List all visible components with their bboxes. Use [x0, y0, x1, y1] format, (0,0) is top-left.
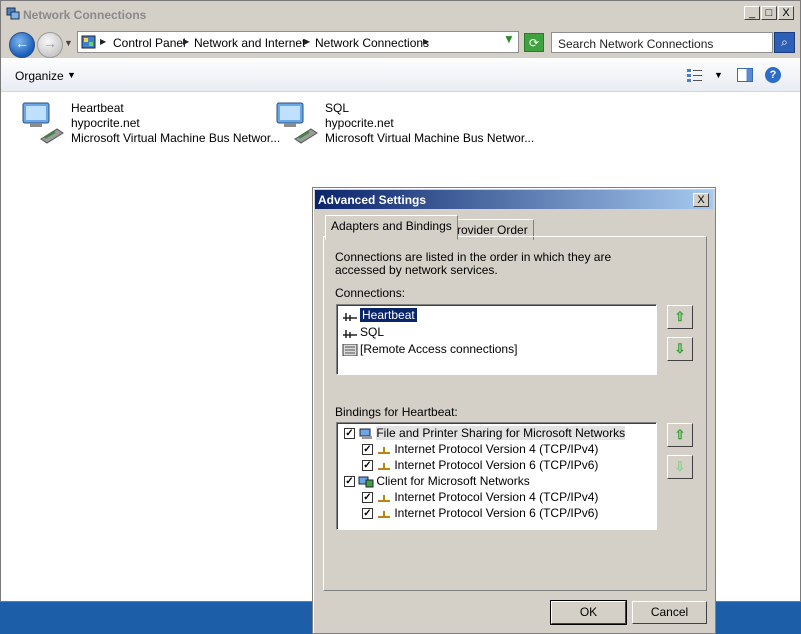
connections-list[interactable]: Heartbeat SQL [Remote Access connections…: [336, 304, 657, 375]
binding-checkbox[interactable]: ✓: [344, 428, 355, 440]
binding-item[interactable]: ✓ File and Printer Sharing for Microsoft…: [344, 426, 626, 440]
binding-label: Internet Protocol Version 6 (TCP/IPv6): [394, 458, 599, 472]
connection-name: Heartbeat: [71, 101, 124, 115]
tab-adapters-and-bindings[interactable]: Adapters and Bindings: [325, 215, 458, 240]
command-bar: Organize ▼ ▼ ?: [1, 59, 800, 92]
network-cable-icon: [343, 312, 357, 321]
list-item[interactable]: [Remote Access connections]: [342, 342, 517, 356]
list-item[interactable]: SQL: [342, 325, 384, 339]
binding-checkbox[interactable]: ✓: [362, 508, 373, 520]
binding-label: Client for Microsoft Networks: [376, 474, 530, 488]
breadcrumb-network-connections[interactable]: Network Connections: [315, 36, 429, 50]
list-item[interactable]: Heartbeat: [342, 308, 417, 322]
binding-label: Internet Protocol Version 4 (TCP/IPv4): [394, 442, 599, 456]
forward-arrow-icon: →: [43, 35, 57, 51]
binding-label: Internet Protocol Version 6 (TCP/IPv6): [394, 506, 599, 520]
cancel-button[interactable]: Cancel: [632, 601, 707, 624]
address-dropdown-icon[interactable]: ▼: [503, 32, 515, 46]
bindings-label: Bindings for Heartbeat:: [335, 405, 458, 419]
search-input[interactable]: Search Network Connections: [551, 32, 773, 53]
file-printer-sharing-icon: [359, 428, 373, 439]
help-icon[interactable]: ?: [765, 67, 781, 83]
control-panel-icon: [81, 35, 96, 49]
binding-item[interactable]: ✓ Client for Microsoft Networks: [344, 474, 530, 488]
remote-access-icon: [342, 343, 358, 356]
bindings-list[interactable]: ✓ File and Printer Sharing for Microsoft…: [336, 422, 657, 530]
breadcrumb-network-and-internet[interactable]: Network and Internet: [194, 36, 305, 50]
binding-checkbox[interactable]: ✓: [344, 476, 355, 488]
back-button[interactable]: ←: [9, 32, 35, 58]
breadcrumb-control-panel[interactable]: Control Panel: [113, 36, 186, 50]
network-cable-icon: [343, 329, 357, 338]
breadcrumb[interactable]: ▶ Control Panel ▶ Network and Internet ▶…: [77, 31, 519, 53]
network-adapter-icon: [276, 102, 318, 144]
minimize-button[interactable]: _: [744, 6, 760, 20]
binding-item[interactable]: ✓ Internet Protocol Version 4 (TCP/IPv4): [362, 490, 598, 504]
protocol-icon: [378, 494, 391, 502]
breadcrumb-separator-icon[interactable]: ▶: [304, 37, 310, 46]
search-button[interactable]: ⌕: [774, 32, 795, 53]
breadcrumb-separator-icon[interactable]: ▶: [423, 37, 429, 46]
description-text: Connections are listed in the order in w…: [335, 250, 612, 277]
dialog-title: Advanced Settings: [318, 193, 427, 207]
protocol-icon: [378, 510, 391, 518]
connection-domain: hypocrite.net: [325, 116, 394, 130]
move-connection-up-button[interactable]: ⇧: [667, 305, 693, 329]
close-button[interactable]: X: [778, 6, 794, 20]
ok-button[interactable]: OK: [550, 600, 627, 625]
refresh-button[interactable]: ⟳: [524, 33, 544, 52]
network-adapter-icon: [22, 102, 64, 144]
move-binding-down-button[interactable]: ⇩: [667, 455, 693, 479]
maximize-button[interactable]: □: [761, 6, 777, 20]
organize-button[interactable]: Organize: [15, 69, 64, 83]
binding-item[interactable]: ✓ Internet Protocol Version 6 (TCP/IPv6): [362, 506, 598, 520]
list-item-label: [Remote Access connections]: [360, 342, 518, 356]
preview-pane-icon[interactable]: [737, 68, 753, 82]
list-item-label: Heartbeat: [360, 308, 417, 322]
network-connections-icon: [6, 7, 20, 20]
refresh-icon: ⟳: [528, 36, 540, 50]
views-icon[interactable]: [687, 68, 703, 82]
title-bar: Network Connections _ □ X: [1, 1, 800, 29]
move-binding-up-button[interactable]: ⇧: [667, 423, 693, 447]
move-connection-down-button[interactable]: ⇩: [667, 337, 693, 361]
connections-label: Connections:: [335, 286, 406, 300]
protocol-icon: [378, 462, 391, 470]
dialog-close-button[interactable]: X: [693, 193, 709, 207]
breadcrumb-root-arrow-icon[interactable]: ▶: [100, 37, 106, 46]
binding-checkbox[interactable]: ✓: [362, 460, 373, 472]
binding-label: Internet Protocol Version 4 (TCP/IPv4): [394, 490, 599, 504]
address-bar: ← → ▼ ▶ Control Panel ▶ Network and Inte…: [1, 28, 800, 58]
back-arrow-icon: ←: [15, 35, 29, 51]
views-dropdown-icon[interactable]: ▼: [714, 70, 723, 80]
recent-pages-dropdown-icon[interactable]: ▼: [64, 38, 73, 48]
organize-dropdown-icon[interactable]: ▼: [67, 70, 76, 80]
connection-device: Microsoft Virtual Machine Bus Networ...: [325, 131, 535, 145]
breadcrumb-separator-icon[interactable]: ▶: [183, 37, 189, 46]
binding-checkbox[interactable]: ✓: [362, 444, 373, 456]
connection-device: Microsoft Virtual Machine Bus Networ...: [71, 131, 281, 145]
search-icon: ⌕: [781, 35, 788, 49]
forward-button[interactable]: →: [37, 32, 63, 58]
binding-label: File and Printer Sharing for Microsoft N…: [376, 426, 626, 440]
binding-checkbox[interactable]: ✓: [362, 492, 373, 504]
connection-domain: hypocrite.net: [71, 116, 140, 130]
advanced-settings-dialog: Advanced Settings X Adapters and Binding…: [312, 187, 716, 634]
binding-item[interactable]: ✓ Internet Protocol Version 6 (TCP/IPv6): [362, 458, 598, 472]
client-network-icon: [358, 476, 374, 488]
binding-item[interactable]: ✓ Internet Protocol Version 4 (TCP/IPv4): [362, 442, 598, 456]
window-title: Network Connections: [23, 8, 147, 22]
dialog-title-bar: Advanced Settings X: [315, 190, 713, 209]
list-item-label: SQL: [360, 325, 385, 339]
protocol-icon: [378, 446, 391, 454]
connection-name: SQL: [325, 101, 350, 115]
